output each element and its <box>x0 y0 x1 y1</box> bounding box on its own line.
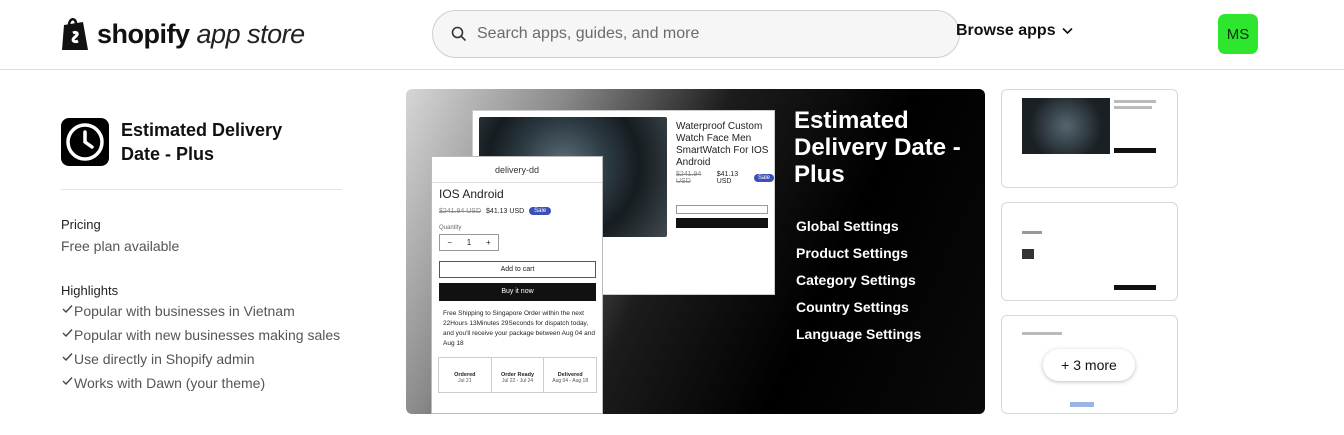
user-avatar[interactable]: MS <box>1218 14 1258 54</box>
app-icon <box>61 118 109 166</box>
sidebar-divider <box>61 189 342 190</box>
shopify-app-store-logo[interactable]: shopify app store <box>61 15 305 53</box>
app-sidebar: Estimated Delivery Date - Plus <box>61 118 342 166</box>
app-header: Estimated Delivery Date - Plus <box>61 118 342 166</box>
pricing-value: Free plan available <box>61 238 180 254</box>
screenshot-thumbnail[interactable] <box>1001 89 1178 188</box>
shopify-bag-icon <box>62 18 88 50</box>
browse-apps-label: Browse apps <box>956 22 1056 39</box>
check-icon <box>62 353 73 362</box>
product-card-front: delivery-dd IOS Android $241.94 USD $41.… <box>431 156 603 414</box>
browse-apps-button[interactable]: Browse apps <box>956 22 1073 40</box>
check-icon <box>62 377 73 386</box>
top-header: shopify app store Browse apps MS <box>0 0 1344 70</box>
chevron-down-icon <box>1062 27 1073 35</box>
logo-text: shopify app store <box>97 18 305 49</box>
highlight-item: Use directly in Shopify admin <box>61 348 342 370</box>
more-screenshots-button[interactable]: + 3 more <box>1043 349 1135 381</box>
hero-title: Estimated Delivery Date - Plus <box>794 107 961 188</box>
product-title: Waterproof Custom Watch Face Men SmartWa… <box>676 121 769 168</box>
highlight-item: Popular with new businesses making sales <box>61 324 342 346</box>
highlights-label: Highlights <box>61 283 119 298</box>
check-icon <box>62 305 73 314</box>
check-icon <box>62 329 73 338</box>
main-screenshot[interactable]: Waterproof Custom Watch Face Men SmartWa… <box>406 89 985 414</box>
clock-icon <box>66 123 104 161</box>
pricing-label: Pricing <box>61 217 101 232</box>
highlight-item: Popular with businesses in Vietnam <box>61 300 342 322</box>
search-bar[interactable] <box>432 10 960 58</box>
add-to-cart-mini <box>676 205 768 214</box>
highlight-item: Works with Dawn (your theme) <box>61 372 342 394</box>
delivery-steps: Ordered Jul 21 Order Ready Jul 22 - Jul … <box>438 357 597 393</box>
app-title: Estimated Delivery Date - Plus <box>121 120 283 164</box>
buy-now-mini <box>676 218 768 228</box>
search-icon <box>451 26 467 42</box>
search-input[interactable] <box>477 25 917 43</box>
quantity-stepper: −1 + <box>439 234 499 251</box>
screenshot-thumbnail[interactable] <box>1001 202 1178 301</box>
settings-list: Global Settings Product Settings Categor… <box>796 218 922 342</box>
highlights-list: Popular with businesses in Vietnam Popul… <box>61 300 342 396</box>
